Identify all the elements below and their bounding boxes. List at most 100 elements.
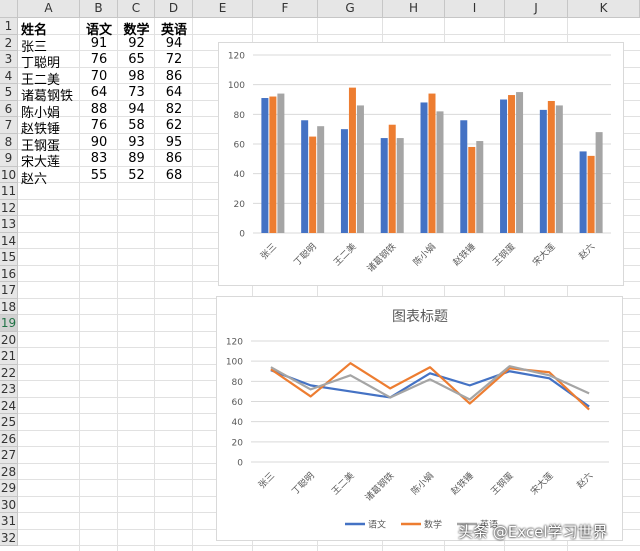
table-cell[interactable]: 赵铁锤 <box>21 118 60 137</box>
select-all-corner[interactable] <box>0 0 18 18</box>
column-header-d[interactable]: D <box>155 0 193 18</box>
row-header-16[interactable]: 16 <box>0 265 18 282</box>
header-cell[interactable]: 英语 <box>155 19 193 38</box>
spreadsheet: ABCDEFGHIJK 1 2 3 4 5 6 7 8 9 10 11 12 13 14 15 16 17 18 1… <box>0 0 640 551</box>
column-header-a[interactable]: A <box>18 0 80 18</box>
table-cell[interactable]: 95 <box>155 135 193 152</box>
row-header-8[interactable]: 8 <box>0 133 18 150</box>
table-cell[interactable]: 宋大莲 <box>21 151 60 170</box>
row-header-14[interactable]: 14 <box>0 232 18 249</box>
table-cell[interactable]: 64 <box>80 85 118 102</box>
row-header-21[interactable]: 21 <box>0 348 18 365</box>
table-cell[interactable]: 82 <box>155 102 193 119</box>
table-cell[interactable]: 丁聪明 <box>21 52 60 71</box>
row-header-19[interactable]: 19 <box>0 315 18 332</box>
row-header-10[interactable]: 10 <box>0 166 18 183</box>
column-header-h[interactable]: H <box>383 0 445 18</box>
table-cell[interactable]: 58 <box>118 118 155 135</box>
table-cell[interactable]: 65 <box>118 52 155 69</box>
y-tick-label: 40 <box>234 170 246 180</box>
table-cell[interactable]: 64 <box>155 85 193 102</box>
row-header-12[interactable]: 12 <box>0 199 18 216</box>
row-header-13[interactable]: 13 <box>0 216 18 233</box>
bar <box>356 105 364 233</box>
column-header-e[interactable]: E <box>193 0 253 18</box>
column-header-i[interactable]: I <box>445 0 505 18</box>
table-cell[interactable]: 90 <box>80 135 118 152</box>
column-header-b[interactable]: B <box>80 0 118 18</box>
table-cell[interactable]: 92 <box>118 36 155 53</box>
header-cell[interactable]: 姓名 <box>21 19 47 38</box>
column-chart[interactable]: 0 20 40 60 80 100 120 张三 丁聪明 王二美 诸葛钢铁 陈小娟 赵铁锤 王钢蛋 宋大莲赵… <box>218 42 624 286</box>
table-cell[interactable]: 72 <box>155 52 193 69</box>
line-chart[interactable]: 图表标题 0 20 40 60 80 100 120 张三 丁聪明 王二美 诸葛钢铁 陈小娟 赵铁锤 王钢蛋… <box>216 296 623 541</box>
row-header-7[interactable]: 7 <box>0 117 18 134</box>
table-cell[interactable]: 76 <box>80 52 118 69</box>
column-header-c[interactable]: C <box>118 0 155 18</box>
row-header-31[interactable]: 31 <box>0 513 18 530</box>
table-cell[interactable]: 88 <box>80 102 118 119</box>
table-cell[interactable]: 73 <box>118 85 155 102</box>
table-cell[interactable]: 98 <box>118 69 155 86</box>
table-cell[interactable]: 70 <box>80 69 118 86</box>
x-tick-label: 王二美 <box>331 241 359 269</box>
row-header-11[interactable]: 11 <box>0 183 18 200</box>
row-header-3[interactable]: 3 <box>0 51 18 68</box>
column-header-k[interactable]: K <box>568 0 640 18</box>
row-header-24[interactable]: 24 <box>0 397 18 414</box>
table-cell[interactable]: 赵六 <box>21 168 47 187</box>
legend-label: 语文 <box>368 519 386 531</box>
y-tick-label: 100 <box>228 81 245 91</box>
bar <box>460 120 468 233</box>
row-header-1[interactable]: 1 <box>0 18 18 35</box>
table-cell[interactable]: 89 <box>118 151 155 168</box>
row-header-23[interactable]: 23 <box>0 381 18 398</box>
row-header-2[interactable]: 2 <box>0 34 18 51</box>
row-header-22[interactable]: 22 <box>0 364 18 381</box>
row-header-30[interactable]: 30 <box>0 496 18 513</box>
row-header-9[interactable]: 9 <box>0 150 18 167</box>
header-cell[interactable]: 语文 <box>80 19 118 38</box>
column-header-f[interactable]: F <box>253 0 318 18</box>
row-header-25[interactable]: 25 <box>0 414 18 431</box>
row-header-29[interactable]: 29 <box>0 480 18 497</box>
table-cell[interactable]: 86 <box>155 151 193 168</box>
table-cell[interactable]: 94 <box>155 36 193 53</box>
x-tick-label: 王钢蛋 <box>490 241 518 269</box>
row-header-28[interactable]: 28 <box>0 463 18 480</box>
y-tick-label: 100 <box>226 358 243 368</box>
row-header-27[interactable]: 27 <box>0 447 18 464</box>
table-cell[interactable]: 王二美 <box>21 69 60 88</box>
column-header-g[interactable]: G <box>318 0 383 18</box>
x-tick-label: 赵铁锤 <box>448 470 476 498</box>
table-cell[interactable]: 93 <box>118 135 155 152</box>
table-cell[interactable]: 91 <box>80 36 118 53</box>
row-header-6[interactable]: 6 <box>0 100 18 117</box>
table-cell[interactable]: 83 <box>80 151 118 168</box>
table-cell[interactable]: 诸葛钢铁 <box>21 85 73 104</box>
bar <box>269 96 277 234</box>
row-header-5[interactable]: 5 <box>0 84 18 101</box>
table-cell[interactable]: 55 <box>80 168 118 185</box>
row-header-17[interactable]: 17 <box>0 282 18 299</box>
row-header-18[interactable]: 18 <box>0 298 18 315</box>
row-header-20[interactable]: 20 <box>0 331 18 348</box>
y-tick-label: 20 <box>232 438 244 448</box>
table-cell[interactable]: 王钢蛋 <box>21 135 60 154</box>
row-header-4[interactable]: 4 <box>0 67 18 84</box>
table-cell[interactable]: 陈小娟 <box>21 102 60 121</box>
row-header-32[interactable]: 32 <box>0 529 18 546</box>
table-cell[interactable]: 52 <box>118 168 155 185</box>
table-cell[interactable]: 张三 <box>21 36 47 55</box>
header-cell[interactable]: 数学 <box>118 19 155 38</box>
y-tick-label: 0 <box>239 230 245 240</box>
table-cell[interactable]: 62 <box>155 118 193 135</box>
row-header-26[interactable]: 26 <box>0 430 18 447</box>
column-header-j[interactable]: J <box>505 0 568 18</box>
table-cell[interactable]: 76 <box>80 118 118 135</box>
line-chart-plot: 图表标题 0 20 40 60 80 100 120 张三 丁聪明 王二美 诸葛钢铁 陈小娟 赵铁锤 王钢蛋… <box>226 309 609 531</box>
row-header-15[interactable]: 15 <box>0 249 18 266</box>
table-cell[interactable]: 86 <box>155 69 193 86</box>
table-cell[interactable]: 68 <box>155 168 193 185</box>
table-cell[interactable]: 94 <box>118 102 155 119</box>
